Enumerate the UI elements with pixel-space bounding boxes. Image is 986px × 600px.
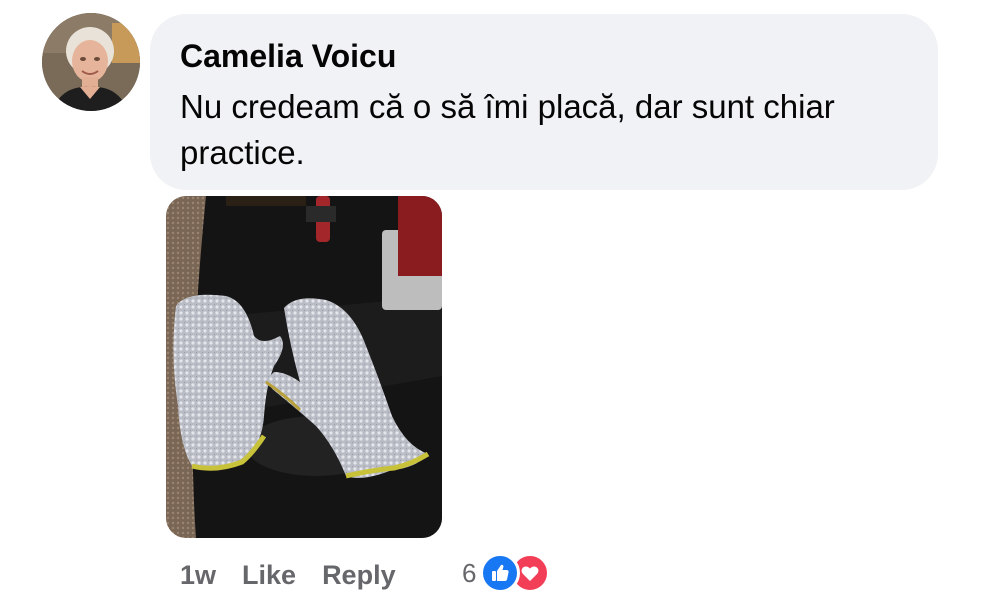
comment-text: Nu credeam că o să îmi placă, dar sunt c…	[180, 88, 835, 171]
author-name[interactable]: Camelia Voicu	[180, 36, 908, 76]
photo-of-mesh-gloves-icon	[166, 196, 442, 538]
comment-photo[interactable]	[166, 196, 442, 538]
timestamp[interactable]: 1w	[180, 560, 216, 591]
reaction-count: 6	[462, 557, 477, 588]
avatar[interactable]	[42, 13, 140, 111]
profile-photo-icon	[42, 13, 140, 111]
reactions-summary[interactable]: 6	[462, 551, 551, 595]
like-icon	[480, 553, 521, 593]
reply-button[interactable]: Reply	[322, 560, 396, 591]
comment-bubble: Camelia Voicu Nu credeam că o să îmi pla…	[150, 14, 938, 190]
like-button[interactable]: Like	[242, 560, 296, 591]
comment: Camelia Voicu Nu credeam că o să îmi pla…	[0, 0, 986, 600]
comment-actions: 1w Like Reply	[180, 553, 396, 597]
